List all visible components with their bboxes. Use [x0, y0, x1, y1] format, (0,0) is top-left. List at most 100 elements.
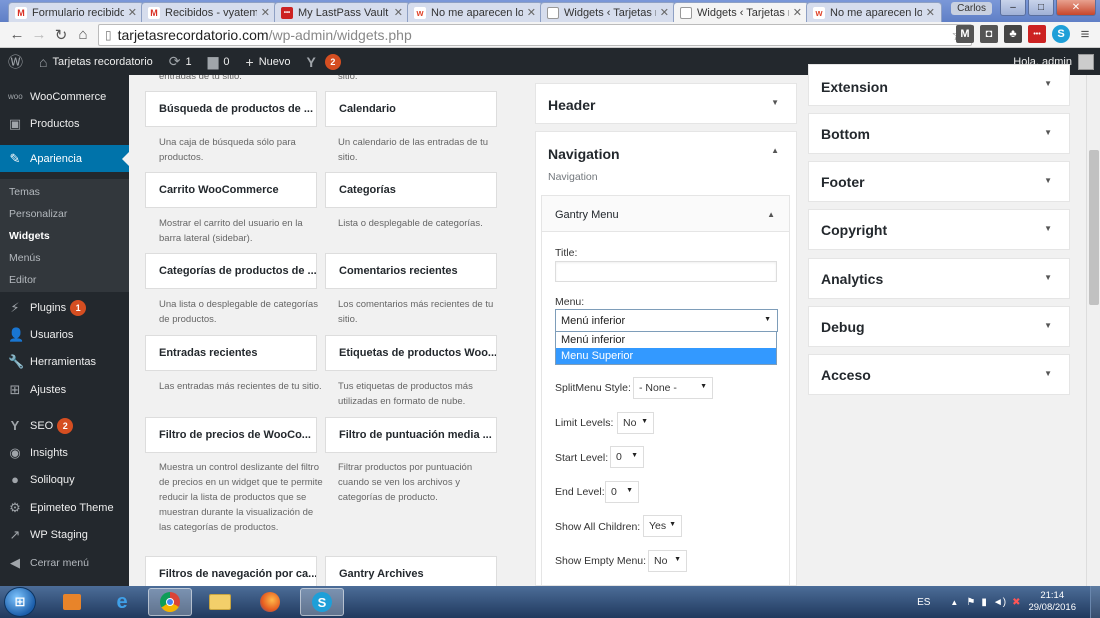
close-icon[interactable]: ✕: [793, 6, 802, 19]
sidebar-item-apariencia[interactable]: ✎ Apariencia: [0, 145, 129, 172]
sidebar-item-woocommerce[interactable]: woo WooCommerce: [0, 83, 129, 110]
widget-busqueda-productos[interactable]: Búsqueda de productos de ...: [145, 91, 317, 127]
forward-icon[interactable]: →: [28, 24, 50, 46]
scrollbar-thumb[interactable]: [1089, 150, 1099, 305]
close-icon[interactable]: ✕: [527, 6, 536, 19]
menu-option-inferior[interactable]: Menú inferior: [556, 332, 776, 348]
close-icon[interactable]: ✕: [394, 6, 403, 19]
splitmenu-style-select[interactable]: - None - ▼: [633, 377, 713, 399]
widget-carrito-woocommerce[interactable]: Carrito WooCommerce: [145, 172, 317, 208]
sidebar-item-epimeteo-theme[interactable]: ⚙ Epimeteo Theme: [0, 494, 129, 521]
chevron-down-icon[interactable]: ▼: [1044, 224, 1052, 233]
sidebar-item-wp-staging[interactable]: ↗ WP Staging: [0, 521, 129, 548]
menu-option-superior[interactable]: Menu Superior: [556, 348, 776, 364]
windows-start-icon[interactable]: ⊞: [4, 587, 36, 617]
site-name-link[interactable]: ⌂ Tarjetas recordatorio: [31, 48, 161, 75]
file-explorer-icon[interactable]: [198, 588, 242, 616]
sidebar-item-seo[interactable]: Y SEO 2: [0, 412, 129, 439]
sidebar-item-plugins[interactable]: ⚡ Plugins 1: [0, 294, 129, 321]
volume-icon[interactable]: ◄): [993, 597, 1006, 608]
close-icon[interactable]: ✕: [926, 6, 935, 19]
gantry-menu-header[interactable]: Gantry Menu ▲: [542, 196, 789, 232]
reload-icon[interactable]: ↻: [50, 24, 72, 46]
home-icon[interactable]: ⌂: [72, 24, 94, 46]
browser-tab[interactable]: w No me aparecen los ✕: [407, 2, 543, 22]
end-level-select[interactable]: 0 ▼: [605, 481, 639, 503]
lastpass-extension-icon[interactable]: •••: [1028, 25, 1046, 43]
close-window-icon[interactable]: ✕: [1056, 0, 1096, 16]
widget-area-copyright[interactable]: Copyright ▼: [808, 209, 1070, 250]
widget-filtros-navegacion[interactable]: Filtros de navegación por ca...: [145, 556, 317, 586]
sidebar-item-productos[interactable]: ▣ Productos: [0, 110, 129, 137]
sidebar-collapse-menu[interactable]: ◀ Cerrar menú: [0, 549, 129, 576]
new-content-link[interactable]: + Nuevo: [238, 48, 299, 75]
browser-tab[interactable]: M Recibidos - vyateme ✕: [141, 2, 277, 22]
widget-entradas-recientes[interactable]: Entradas recientes: [145, 335, 317, 371]
chevron-up-icon[interactable]: ▲: [767, 210, 775, 219]
network-icon[interactable]: ▮: [981, 597, 987, 608]
back-icon[interactable]: ←: [6, 24, 28, 46]
browser-tab[interactable]: ••• My LastPass Vault ✕: [274, 2, 410, 22]
show-desktop-button[interactable]: [1090, 586, 1100, 618]
show-hidden-icons-icon[interactable]: ▲: [950, 598, 958, 607]
widget-etiquetas-productos[interactable]: Etiquetas de productos Woo...: [325, 335, 497, 371]
chevron-down-icon[interactable]: ▼: [1044, 176, 1052, 185]
gmail-extension-icon[interactable]: M: [956, 25, 974, 43]
browser-tab[interactable]: Widgets ‹ Tarjetas re ✕: [540, 2, 676, 22]
sidebar-item-ajustes[interactable]: ⊞ Ajustes: [0, 376, 129, 403]
widget-area-debug[interactable]: Debug ▼: [808, 306, 1070, 347]
start-level-select[interactable]: 0 ▼: [610, 446, 644, 468]
sidebar-item-herramientas[interactable]: 🔧 Herramientas: [0, 348, 129, 375]
show-all-children-select[interactable]: Yes ▼: [643, 515, 682, 537]
chevron-down-icon[interactable]: ▼: [1044, 128, 1052, 137]
title-input[interactable]: [555, 261, 777, 282]
widget-area-header[interactable]: Header ▼: [535, 83, 797, 124]
chevron-down-icon[interactable]: ▼: [1044, 369, 1052, 378]
clock[interactable]: 21:14 29/08/2016: [1028, 590, 1076, 614]
skype-extension-icon[interactable]: S: [1052, 25, 1070, 43]
widget-calendario[interactable]: Calendario: [325, 91, 497, 127]
widget-area-footer[interactable]: Footer ▼: [808, 161, 1070, 202]
widget-filtro-precios[interactable]: Filtro de precios de WooCo...: [145, 417, 317, 453]
chevron-down-icon[interactable]: ▼: [771, 98, 779, 107]
seo-link[interactable]: Y 2: [299, 48, 349, 75]
evernote-extension-icon[interactable]: ♣: [1004, 25, 1022, 43]
flag-icon[interactable]: ⚑: [966, 597, 975, 608]
submenu-widgets[interactable]: Widgets: [9, 230, 50, 242]
limit-levels-select[interactable]: No ▼: [617, 412, 654, 434]
sidebar-item-insights[interactable]: ◉ Insights: [0, 439, 129, 466]
submenu-menus[interactable]: Menús: [9, 252, 41, 264]
widget-filtro-puntuacion[interactable]: Filtro de puntuación media ...: [325, 417, 497, 453]
menu-icon[interactable]: ≡: [1076, 25, 1094, 43]
browser-tab[interactable]: M Formulario recibido ✕: [8, 2, 144, 22]
browser-user-badge[interactable]: Carlos: [951, 2, 992, 15]
chevron-down-icon[interactable]: ▼: [1044, 273, 1052, 282]
close-icon[interactable]: ✕: [128, 6, 137, 19]
menu-select[interactable]: Menú inferior ▼: [555, 309, 778, 332]
address-bar[interactable]: ▯ tarjetasrecordatorio.com/wp-admin/widg…: [98, 24, 972, 46]
show-empty-menu-select[interactable]: No ▼: [648, 550, 687, 572]
page-scrollbar[interactable]: [1086, 75, 1100, 586]
wordpress-logo[interactable]: Ⓦ: [0, 48, 31, 75]
internet-explorer-icon[interactable]: e: [100, 588, 144, 616]
widget-area-analytics[interactable]: Analytics ▼: [808, 258, 1070, 299]
submenu-editor[interactable]: Editor: [9, 274, 36, 286]
firefox-icon[interactable]: [248, 588, 292, 616]
media-player-icon[interactable]: [50, 588, 94, 616]
sidebar-item-usuarios[interactable]: 👤 Usuarios: [0, 321, 129, 348]
chevron-down-icon[interactable]: ▼: [1044, 79, 1052, 88]
browser-tab[interactable]: w No me aparecen los ✕: [806, 2, 942, 22]
widget-comentarios-recientes[interactable]: Comentarios recientes: [325, 253, 497, 289]
power-icon[interactable]: ✖: [1012, 597, 1020, 608]
comments-link[interactable]: ▆ 0: [200, 48, 238, 75]
close-icon[interactable]: ✕: [660, 6, 669, 19]
submenu-temas[interactable]: Temas: [9, 186, 40, 198]
submenu-personalizar[interactable]: Personalizar: [9, 208, 67, 220]
chevron-up-icon[interactable]: ▲: [771, 146, 779, 155]
chrome-icon[interactable]: [148, 588, 192, 616]
close-icon[interactable]: ✕: [261, 6, 270, 19]
minimize-icon[interactable]: –: [1000, 0, 1026, 16]
updates-link[interactable]: ⟳ 1: [161, 48, 200, 75]
widget-area-extension[interactable]: Extension ▼: [808, 64, 1070, 106]
language-indicator[interactable]: ES: [917, 597, 930, 608]
